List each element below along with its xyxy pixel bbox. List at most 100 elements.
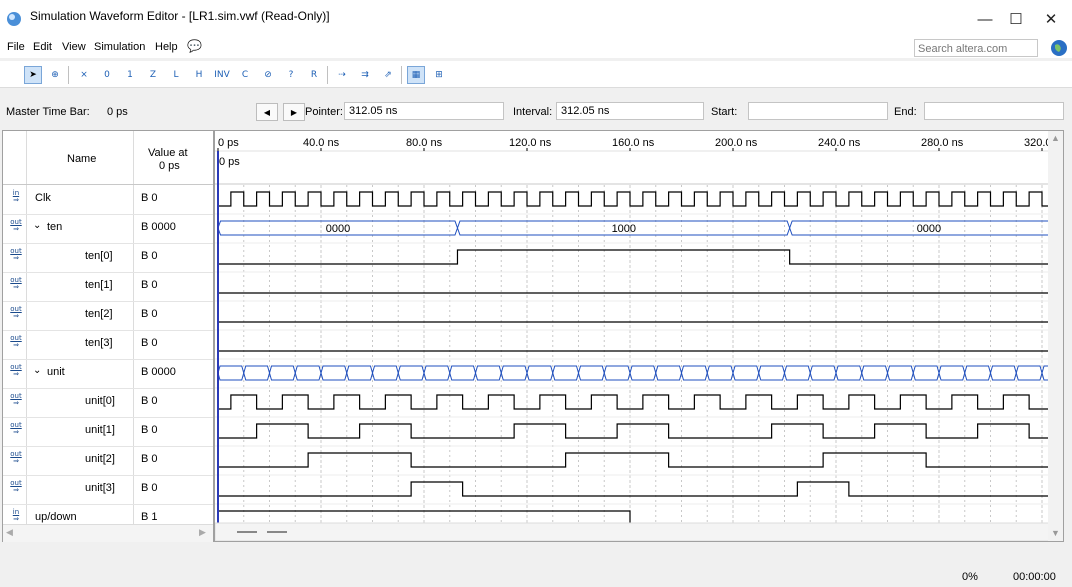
globe-icon[interactable] — [1050, 39, 1068, 57]
signal-row[interactable]: out ⇒ unit[3] B 0 — [3, 476, 213, 501]
signal-row[interactable]: out ⇒ ⌄ unit B 0000 — [3, 360, 213, 385]
end-label: End: — [894, 106, 917, 118]
signal-value: B 0 — [141, 250, 158, 262]
signal-name: unit[2] — [85, 453, 115, 465]
signal-waveform — [218, 191, 1063, 207]
signal-row[interactable]: out ⇒ ten[2] B 0 — [3, 302, 213, 327]
bus-segment — [732, 365, 760, 381]
menu-help[interactable]: Help — [155, 41, 178, 53]
bus-segment — [758, 365, 786, 381]
pointer-field: 312.05 ns — [344, 102, 504, 120]
menu-simulation[interactable]: Simulation — [94, 41, 145, 53]
search-input[interactable]: Search altera.com — [914, 39, 1038, 57]
value-column-header[interactable]: Value at — [148, 147, 188, 159]
functional-sim-icon[interactable]: ⇢ — [333, 66, 351, 84]
output-pin-icon: out ⇒ — [10, 421, 22, 436]
left-scrollbar[interactable]: ◀ ▶ — [3, 524, 213, 542]
signal-row[interactable]: in ⇒ Clk B 0 — [3, 186, 213, 211]
bus-segment — [294, 365, 322, 381]
high-impedance-icon[interactable]: Z — [144, 66, 162, 84]
name-column-header[interactable]: Name — [67, 153, 96, 165]
random-value-icon[interactable]: R — [305, 66, 323, 84]
interval-field: 312.05 ns — [556, 102, 704, 120]
signal-value: B 0000 — [141, 221, 176, 233]
value-column-header-time: 0 ps — [159, 160, 180, 172]
zoom-tool-icon[interactable]: ⊕ — [46, 66, 64, 84]
signal-name: ten[2] — [85, 308, 113, 320]
input-pin-icon: in ⇒ — [12, 189, 20, 204]
close-button[interactable]: ✕ — [1031, 6, 1071, 32]
start-field[interactable] — [748, 102, 888, 120]
signal-value: B 0 — [141, 279, 158, 291]
status-bar — [0, 560, 1072, 587]
signal-value: B 0 — [141, 337, 158, 349]
expand-chevron-icon[interactable]: ⌄ — [33, 220, 41, 231]
arbitrary-value-icon[interactable]: ? — [282, 66, 300, 84]
next-transition-button[interactable]: ▶ — [283, 103, 305, 121]
forcing-low-icon[interactable]: 0 — [98, 66, 116, 84]
signal-waveform — [218, 249, 1063, 265]
waveform-canvas[interactable]: 0 ps 40.0 ns 80.0 ns 120.0 ns 160.0 ns 200.0 … — [215, 131, 1064, 542]
menu-edit[interactable]: Edit — [33, 41, 52, 53]
expand-chevron-icon[interactable]: ⌄ — [33, 365, 41, 376]
cursor-time-label: 0 ps — [219, 156, 240, 168]
bus-segment — [474, 365, 502, 381]
toolbar-separator — [327, 66, 328, 84]
signal-waveform — [218, 452, 1063, 468]
bus-segment — [603, 365, 631, 381]
count-value-icon[interactable]: C — [236, 66, 254, 84]
uninitialized-icon[interactable]: ⨯ — [75, 66, 93, 84]
master-time-label: Master Time Bar: — [6, 106, 90, 118]
signal-row[interactable]: out ⇒ ten[0] B 0 — [3, 244, 213, 269]
progress-percent: 0% — [962, 571, 978, 583]
output-pin-icon: out ⇒ — [10, 305, 22, 320]
signal-row[interactable]: out ⇒ ⌄ ten B 0000 — [3, 215, 213, 240]
signal-row[interactable]: out ⇒ unit[1] B 0 — [3, 418, 213, 443]
end-field[interactable] — [924, 102, 1064, 120]
menu-view[interactable]: View — [62, 41, 86, 53]
scroll-down-icon[interactable]: ▼ — [1051, 528, 1060, 538]
signal-row[interactable]: out ⇒ ten[1] B 0 — [3, 273, 213, 298]
bus-segment — [706, 365, 734, 381]
time-tick-label: 240.0 ns — [818, 137, 861, 149]
signal-value: B 0 — [141, 395, 158, 407]
forcing-high-icon[interactable]: 1 — [121, 66, 139, 84]
signal-row[interactable]: out ⇒ unit[0] B 0 — [3, 389, 213, 414]
scroll-left-icon[interactable]: ◀ — [6, 527, 13, 538]
netlist-icon[interactable]: ⇗ — [379, 66, 397, 84]
snap-icon[interactable]: ⊞ — [430, 66, 448, 84]
vertical-scrollbar[interactable]: ▲ ▼ — [1048, 131, 1063, 541]
signal-waveform — [218, 394, 1063, 410]
signal-name: unit[3] — [85, 482, 115, 494]
signal-row[interactable]: out ⇒ ten[3] B 0 — [3, 331, 213, 356]
grid-icon[interactable]: ▦ — [407, 66, 425, 84]
signal-value: B 0000 — [141, 366, 176, 378]
maximize-button[interactable]: ☐ — [996, 6, 1036, 32]
clock-value-icon[interactable]: ⊘ — [259, 66, 277, 84]
time-tick-label: 0 ps — [218, 137, 239, 149]
menu-file[interactable]: File — [7, 41, 25, 53]
weak-high-icon[interactable]: H — [190, 66, 208, 84]
invert-icon[interactable]: INV — [213, 66, 231, 84]
bus-segment — [783, 365, 811, 381]
output-pin-icon: out ⇒ — [10, 218, 22, 233]
bus-segment — [680, 365, 708, 381]
weak-low-icon[interactable]: L — [167, 66, 185, 84]
scroll-up-icon[interactable]: ▲ — [1051, 133, 1060, 143]
bus-value-label: 0000 — [917, 223, 941, 235]
window-title: Simulation Waveform Editor - [LR1.sim.vw… — [30, 9, 330, 23]
signal-row[interactable]: out ⇒ unit[2] B 0 — [3, 447, 213, 472]
selection-tool-icon[interactable]: ➤ — [24, 66, 42, 84]
waveform-panel[interactable]: 0 ps 40.0 ns 80.0 ns 120.0 ns 160.0 ns 200.0 … — [214, 130, 1064, 542]
bus-segment — [835, 365, 863, 381]
output-pin-icon: out ⇒ — [10, 392, 22, 407]
scroll-right-icon[interactable]: ▶ — [199, 527, 206, 538]
toolbar-separator — [68, 66, 69, 84]
output-pin-icon: out ⇒ — [10, 450, 22, 465]
bus-value-label: 0000 — [326, 223, 350, 235]
bus-segment — [577, 365, 605, 381]
master-time-value[interactable]: 0 ps — [107, 106, 128, 118]
feedback-icon[interactable]: 💬 — [187, 39, 202, 53]
timing-sim-icon[interactable]: ⇉ — [356, 66, 374, 84]
prev-transition-button[interactable]: ◀ — [256, 103, 278, 121]
